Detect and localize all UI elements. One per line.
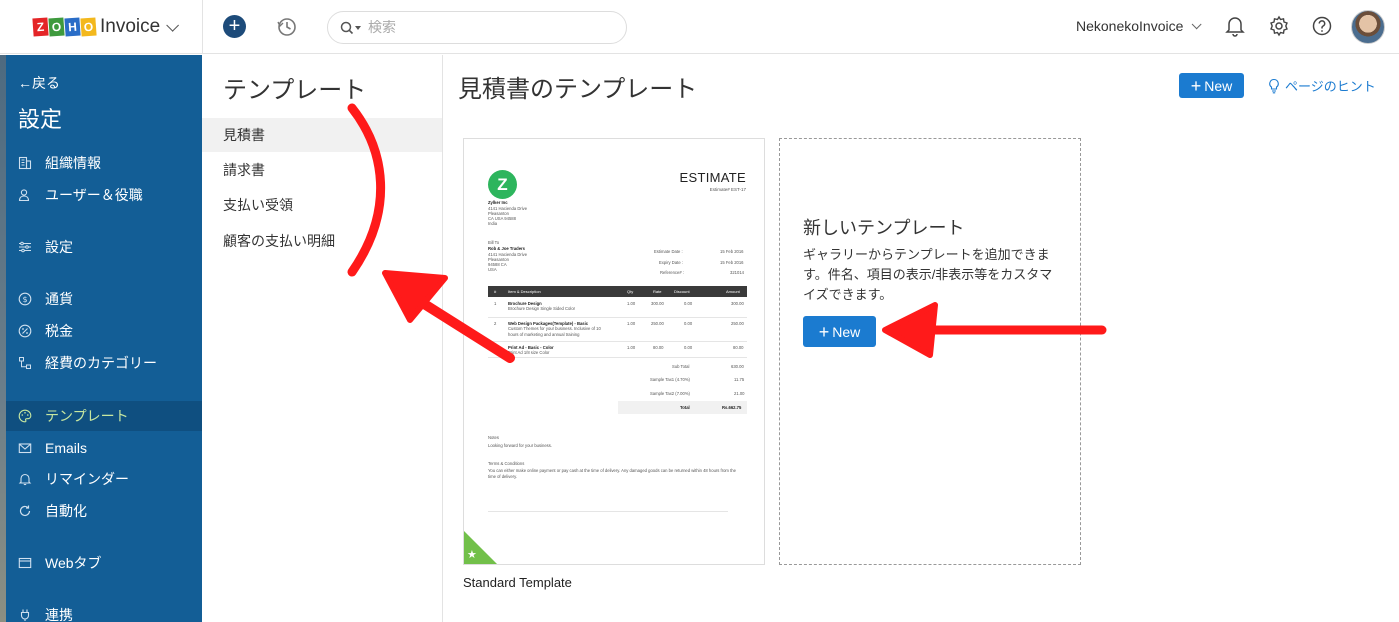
search-bar[interactable] <box>327 11 627 44</box>
new-template-card-button[interactable]: + New <box>803 316 876 347</box>
sidebar-item-reminders[interactable]: リマインダー <box>0 464 202 494</box>
palette-icon <box>18 409 32 423</box>
gear-icon[interactable] <box>1268 15 1290 42</box>
quick-create-button[interactable]: + <box>223 15 246 38</box>
subnav-item-invoices[interactable]: 請求書 <box>202 153 442 187</box>
org-switcher[interactable]: NekonekoInvoice <box>1076 18 1202 34</box>
top-bar: Z O H O Invoice + NekonekoInvoice <box>0 0 1399 54</box>
sidebar-item-automation[interactable]: 自動化 <box>0 496 202 526</box>
subnav-item-estimates[interactable]: 見積書 <box>202 118 442 152</box>
company-logo: Z <box>488 170 517 199</box>
sidebar-item-web-tabs[interactable]: Webタブ <box>0 548 202 578</box>
template-name: Standard Template <box>463 575 572 590</box>
sidebar-title: 設定 <box>18 107 63 132</box>
sidebar-item-users-roles[interactable]: ユーザー＆役職 <box>0 180 202 210</box>
sidebar-left-edge <box>0 55 6 622</box>
search-icon[interactable] <box>340 20 362 36</box>
preview-table-header: # Item & Description Qty Rate Discount A… <box>488 286 747 297</box>
sidebar-item-preferences[interactable]: 設定 <box>0 232 202 262</box>
new-template-card: 新しいテンプレート ギャラリーからテンプレートを追加できます。件名、項目の表示/… <box>779 138 1081 565</box>
sidebar-item-currencies[interactable]: $ 通貨 <box>0 284 202 314</box>
app-switcher[interactable]: Z O H O Invoice <box>0 0 203 54</box>
standard-template-card[interactable]: Z ESTIMATE Estimate# EST-17 Zylker Inc 4… <box>463 138 765 565</box>
refresh-icon <box>18 504 32 518</box>
preview-heading: ESTIMATE <box>679 170 746 185</box>
percent-icon <box>18 324 32 338</box>
sliders-icon <box>18 240 32 254</box>
org-name: NekonekoInvoice <box>1076 18 1184 34</box>
plus-icon: + <box>1190 75 1202 96</box>
lightbulb-icon <box>1269 78 1279 93</box>
preview-estimate-number: Estimate# EST-17 <box>709 187 746 192</box>
subnav-title: テンプレート <box>223 77 367 104</box>
sidebar-item-templates[interactable]: テンプレート <box>0 401 202 431</box>
sidebar-item-expense-categories[interactable]: 経費のカテゴリー <box>0 348 202 378</box>
app-name: Invoice <box>100 16 161 37</box>
svg-text:$: $ <box>22 295 27 304</box>
new-template-description: ギャラリーからテンプレートを追加できます。件名、項目の表示/非表示等をカスタマイ… <box>803 247 1053 302</box>
page-tips-link[interactable]: ページのヒント <box>1268 76 1376 95</box>
mail-icon <box>18 441 32 455</box>
sidebar-item-integrations[interactable]: 連携 <box>0 600 202 622</box>
sidebar-item-emails[interactable]: Emails <box>0 433 202 463</box>
chevron-down-icon <box>166 18 180 32</box>
users-icon <box>18 188 32 202</box>
avatar[interactable] <box>1351 10 1385 44</box>
sidebar-item-taxes[interactable]: 税金 <box>0 316 202 346</box>
bell-icon <box>18 472 32 486</box>
plus-icon: + <box>818 321 830 342</box>
category-tree-icon <box>18 356 32 370</box>
plus-icon: + <box>228 15 241 37</box>
templates-subnav: テンプレート 見積書 請求書 支払い受領 顧客の支払い明細 <box>202 55 443 622</box>
star-icon: ★ <box>467 549 477 561</box>
chevron-down-icon <box>1192 18 1202 29</box>
window-icon <box>18 556 32 570</box>
sidebar-item-organization[interactable]: 組織情報 <box>0 148 202 178</box>
page-title: 見積書のテンプレート <box>458 76 698 103</box>
bell-icon[interactable] <box>1225 15 1245 42</box>
new-template-button[interactable]: + New <box>1179 73 1244 98</box>
search-input[interactable] <box>368 19 598 36</box>
settings-sidebar: ←戻る 設定 組織情報 ユーザー＆役職 設定 $ 通貨 税金 経費のカテゴリー … <box>0 55 202 622</box>
subnav-item-payment-receipts[interactable]: 支払い受領 <box>202 188 442 222</box>
help-icon[interactable] <box>1311 15 1333 42</box>
history-icon[interactable] <box>276 16 298 43</box>
currency-icon: $ <box>18 292 32 306</box>
subnav-item-customer-statements[interactable]: 顧客の支払い明細 <box>202 224 442 258</box>
back-link[interactable]: ←戻る <box>18 73 60 93</box>
new-template-title: 新しいテンプレート <box>803 218 965 238</box>
plug-icon <box>18 608 32 622</box>
zoho-logo: Z O H O <box>32 17 97 37</box>
building-icon <box>18 156 32 170</box>
